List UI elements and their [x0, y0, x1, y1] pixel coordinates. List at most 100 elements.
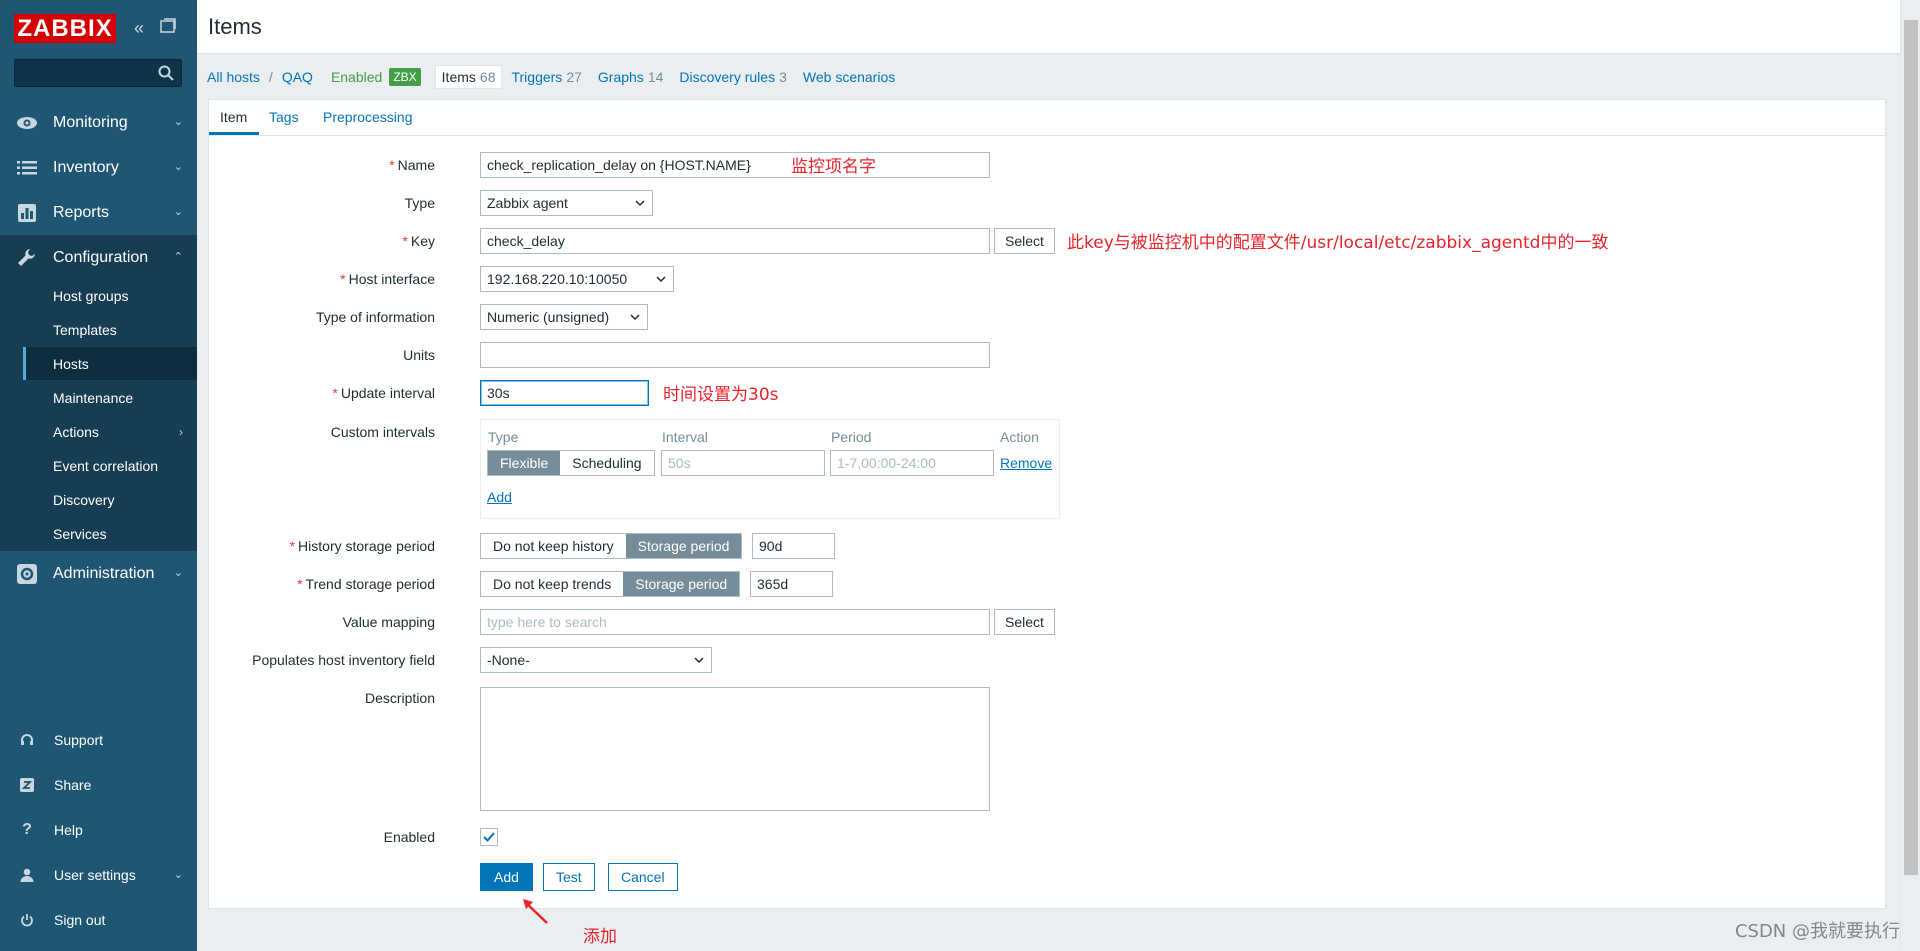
update-interval-input[interactable]: 30s — [480, 380, 649, 406]
submenu-event-correlation[interactable]: Event correlation — [0, 449, 197, 483]
menu-inventory[interactable]: Inventory ⌄ — [0, 145, 197, 190]
ci-flexible-option[interactable]: Flexible — [488, 451, 561, 475]
chevron-down-icon — [693, 652, 705, 668]
ci-period-input[interactable]: 1-7,00:00-24:00 — [830, 450, 994, 476]
add-button[interactable]: Add — [480, 863, 533, 891]
breadcrumb-all-hosts[interactable]: All hosts — [207, 69, 260, 85]
menu-label: Support — [54, 732, 104, 748]
menu-user-settings[interactable]: User settings ⌄ — [0, 855, 197, 895]
chevron-down-icon — [655, 271, 667, 287]
host-interface-select[interactable]: 192.168.220.10:10050 — [480, 266, 674, 292]
trend-period-input[interactable]: 365d — [750, 571, 833, 597]
type-select-value: Zabbix agent — [487, 195, 568, 211]
active-tab-indicator — [209, 132, 259, 135]
ci-interval-input[interactable]: 50s — [661, 450, 825, 476]
scrollbar-thumb[interactable] — [1904, 20, 1918, 875]
menu-label: Help — [54, 822, 83, 838]
annotation-name-note: 监控项名字 — [791, 157, 876, 177]
menu-share[interactable]: Share — [0, 765, 197, 805]
units-label: Units — [403, 347, 435, 363]
type-select[interactable]: Zabbix agent — [480, 190, 653, 216]
type-of-information-select[interactable]: Numeric (unsigned) — [480, 304, 648, 330]
page-scrollbar[interactable] — [1900, 0, 1920, 951]
tab-preprocessing[interactable]: Preprocessing — [323, 109, 413, 125]
trend-storage-label: * Trend storage period — [297, 576, 435, 592]
cancel-button[interactable]: Cancel — [608, 863, 678, 891]
user-icon — [18, 866, 36, 884]
inventory-field-value: -None- — [487, 652, 530, 668]
menu-label: Sign out — [54, 912, 106, 928]
list-icon — [16, 157, 38, 179]
configuration-submenu: Host groups Templates Hosts Maintenance … — [0, 279, 197, 551]
menu-monitoring[interactable]: Monitoring ⌄ — [0, 100, 197, 145]
form-tabs: Item Tags Preprocessing — [209, 100, 1885, 136]
kiosk-mode-icon[interactable] — [160, 18, 176, 38]
value-mapping-input[interactable]: type here to search — [480, 609, 990, 635]
submenu-actions[interactable]: Actions › — [0, 415, 197, 449]
host-status-enabled[interactable]: Enabled — [331, 69, 382, 85]
submenu-hosts[interactable]: Hosts — [0, 347, 197, 381]
description-textarea[interactable] — [480, 687, 990, 811]
tab-tags[interactable]: Tags — [269, 109, 299, 125]
submenu-discovery[interactable]: Discovery — [0, 483, 197, 517]
tab-item[interactable]: Item — [220, 109, 247, 125]
submenu-templates[interactable]: Templates — [0, 313, 197, 347]
breadcrumb-discovery-rules[interactable]: Discovery rules 3 — [679, 69, 787, 85]
description-label: Description — [364, 690, 435, 706]
chevron-down-icon: ⌄ — [173, 567, 183, 579]
key-input[interactable]: check_delay — [480, 228, 990, 254]
menu-label: Share — [54, 777, 92, 793]
zabbix-logo[interactable]: ZABBIX — [14, 14, 116, 43]
name-input[interactable]: check_replication_delay on {HOST.NAME} — [480, 152, 990, 178]
sidebar-search-input[interactable] — [14, 59, 182, 87]
breadcrumb-items-count: 68 — [479, 69, 496, 85]
chevron-down-icon: ⌄ — [173, 206, 183, 218]
ci-remove-link[interactable]: Remove — [1000, 455, 1052, 471]
breadcrumb-graphs-count: 14 — [647, 69, 664, 85]
menu-administration[interactable]: Administration ⌄ — [0, 551, 197, 596]
units-input[interactable] — [480, 342, 990, 368]
menu-sign-out[interactable]: Sign out — [0, 900, 197, 940]
submenu-maintenance[interactable]: Maintenance — [0, 381, 197, 415]
ci-scheduling-option[interactable]: Scheduling — [560, 451, 654, 475]
search-icon[interactable] — [157, 64, 175, 82]
breadcrumb-host[interactable]: QAQ — [282, 69, 313, 85]
power-icon — [18, 911, 36, 929]
history-storage-period-option[interactable]: Storage period — [625, 534, 742, 558]
submenu-services[interactable]: Services — [0, 517, 197, 551]
menu-label: Administration — [53, 564, 155, 582]
ci-add-link[interactable]: Add — [487, 489, 512, 505]
chevron-down-icon — [634, 195, 646, 211]
breadcrumb-graphs[interactable]: Graphs 14 — [598, 69, 664, 85]
trend-storage-period-option[interactable]: Storage period — [623, 572, 740, 596]
breadcrumb-triggers-count: 27 — [566, 69, 582, 85]
type-of-information-value: Numeric (unsigned) — [487, 309, 610, 325]
ci-header-type: Type — [488, 429, 519, 445]
page-title: Items — [208, 14, 262, 39]
breadcrumb-web-scenarios[interactable]: Web scenarios — [803, 69, 895, 85]
type-of-information-label: Type of information — [315, 309, 435, 325]
enabled-label: Enabled — [383, 829, 435, 845]
update-interval-label: * Update interval — [332, 385, 435, 401]
value-mapping-select-button[interactable]: Select — [994, 609, 1055, 635]
menu-help[interactable]: ? Help — [0, 810, 197, 850]
menu-configuration[interactable]: Configuration ⌃ — [0, 235, 197, 280]
breadcrumb-items[interactable]: Items 68 — [434, 65, 503, 89]
menu-reports[interactable]: Reports ⌄ — [0, 190, 197, 235]
host-interface-label: * Host interface — [340, 271, 435, 287]
breadcrumb-triggers-label: Triggers — [511, 69, 563, 85]
headset-icon — [18, 731, 36, 749]
breadcrumb-triggers[interactable]: Triggers 27 — [511, 69, 581, 85]
history-do-not-keep-option[interactable]: Do not keep history — [481, 534, 626, 558]
inventory-field-select[interactable]: -None- — [480, 647, 712, 673]
custom-intervals-table: Type Interval Period Action Flexible Sch… — [480, 419, 1060, 519]
test-button[interactable]: Test — [543, 863, 595, 891]
trend-do-not-keep-option[interactable]: Do not keep trends — [481, 572, 624, 596]
submenu-host-groups[interactable]: Host groups — [0, 279, 197, 313]
history-period-input[interactable]: 90d — [752, 533, 835, 559]
key-select-button[interactable]: Select — [994, 228, 1055, 254]
enabled-checkbox[interactable] — [480, 828, 498, 846]
menu-support[interactable]: Support — [0, 720, 197, 760]
collapse-sidebar-icon[interactable]: « — [134, 18, 144, 38]
wrench-icon — [16, 247, 38, 269]
